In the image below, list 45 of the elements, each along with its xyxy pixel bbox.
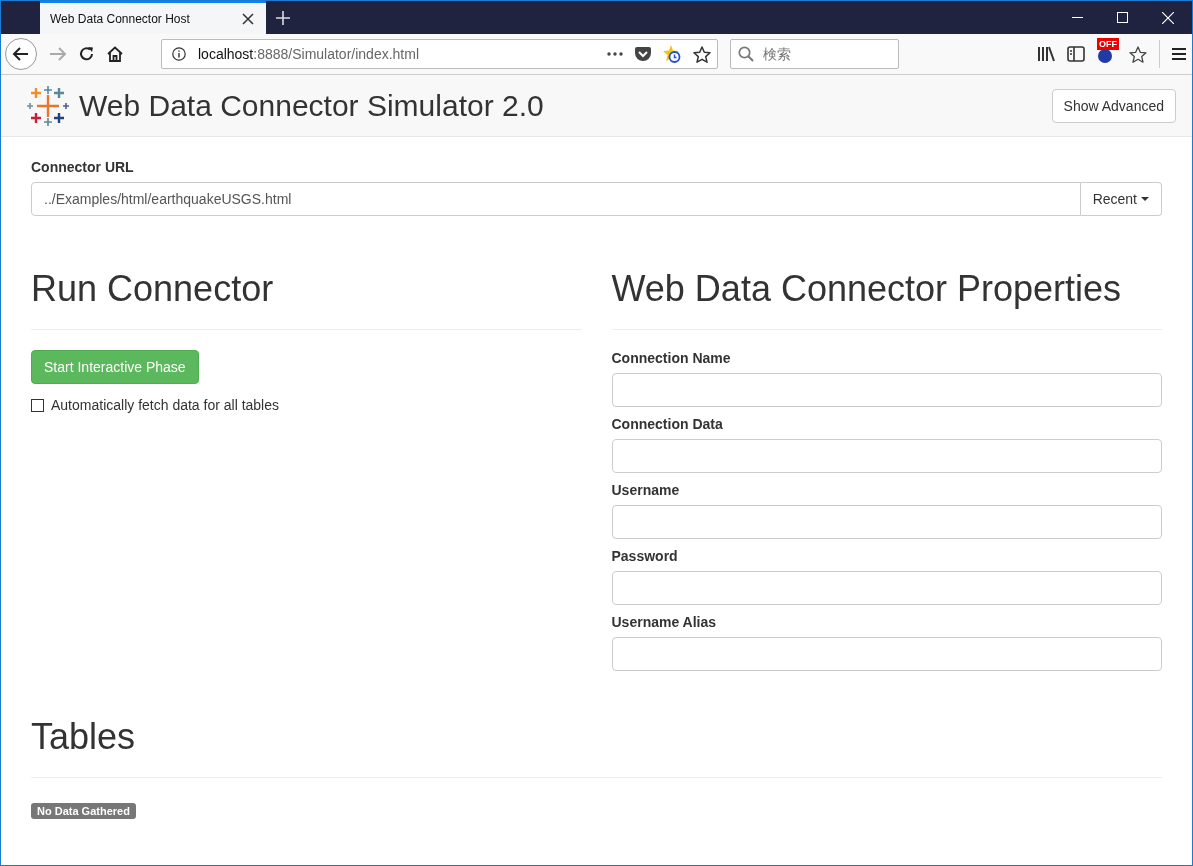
browser-tab[interactable]: Web Data Connector Host [40, 1, 266, 34]
back-icon[interactable] [5, 38, 37, 70]
recent-dropdown-button[interactable]: Recent [1080, 182, 1162, 216]
star-icon[interactable] [1129, 45, 1147, 63]
show-advanced-button[interactable]: Show Advanced [1051, 88, 1176, 123]
checkbox-label[interactable]: Automatically fetch data for all tables [51, 397, 279, 413]
maximize-icon[interactable] [1117, 12, 1128, 23]
status-label: No Data Gathered [31, 803, 136, 819]
search-field[interactable]: 検索 [730, 39, 899, 69]
tab-title: Web Data Connector Host [50, 11, 191, 26]
field-label: Password [611, 548, 679, 564]
field-label: Connector URL [31, 159, 135, 175]
field-label: Username Alias [611, 614, 718, 630]
text-field[interactable] [611, 571, 1162, 605]
status-badge: OFF [1097, 38, 1119, 50]
more-icon[interactable] [607, 52, 623, 56]
field-label: Connection Name [611, 350, 732, 366]
library-icon[interactable] [1037, 46, 1055, 62]
home-icon[interactable] [107, 46, 123, 62]
field-label: Connection Data [611, 416, 724, 432]
page-title: Web Data Connector Simulator 2.0 [79, 88, 544, 123]
text-field[interactable] [611, 505, 1162, 539]
caret-icon [1141, 197, 1149, 201]
reload-icon[interactable] [79, 46, 95, 62]
section-heading: Web Data Connector Properties [611, 268, 1162, 330]
menu-icon[interactable] [1172, 48, 1186, 60]
text-field[interactable] [611, 373, 1162, 407]
info-icon[interactable] [172, 47, 186, 61]
pocket-icon[interactable] [635, 46, 651, 62]
connector-url-field[interactable]: ../Examples/html/earthquakeUSGS.html [31, 182, 1081, 216]
address-bar[interactable]: localhost:8888/Simulator/index.html [161, 39, 718, 69]
text-field[interactable] [611, 637, 1162, 671]
checkbox[interactable] [31, 398, 44, 412]
section-heading: Tables [31, 716, 1162, 778]
text-field[interactable] [611, 439, 1162, 473]
close-icon[interactable] [242, 12, 254, 25]
extension-icon[interactable] [1097, 48, 1113, 64]
crosses-logo [27, 85, 69, 126]
sidebar-icon[interactable] [1067, 46, 1085, 62]
star-icon[interactable] [693, 45, 711, 63]
url-text: localhost:8888/Simulator/index.html [198, 46, 420, 62]
section-heading: Run Connector [31, 268, 582, 330]
plus-icon[interactable] [276, 10, 290, 25]
field-label: Username [611, 482, 681, 498]
clock-star-icon[interactable] [663, 45, 681, 63]
